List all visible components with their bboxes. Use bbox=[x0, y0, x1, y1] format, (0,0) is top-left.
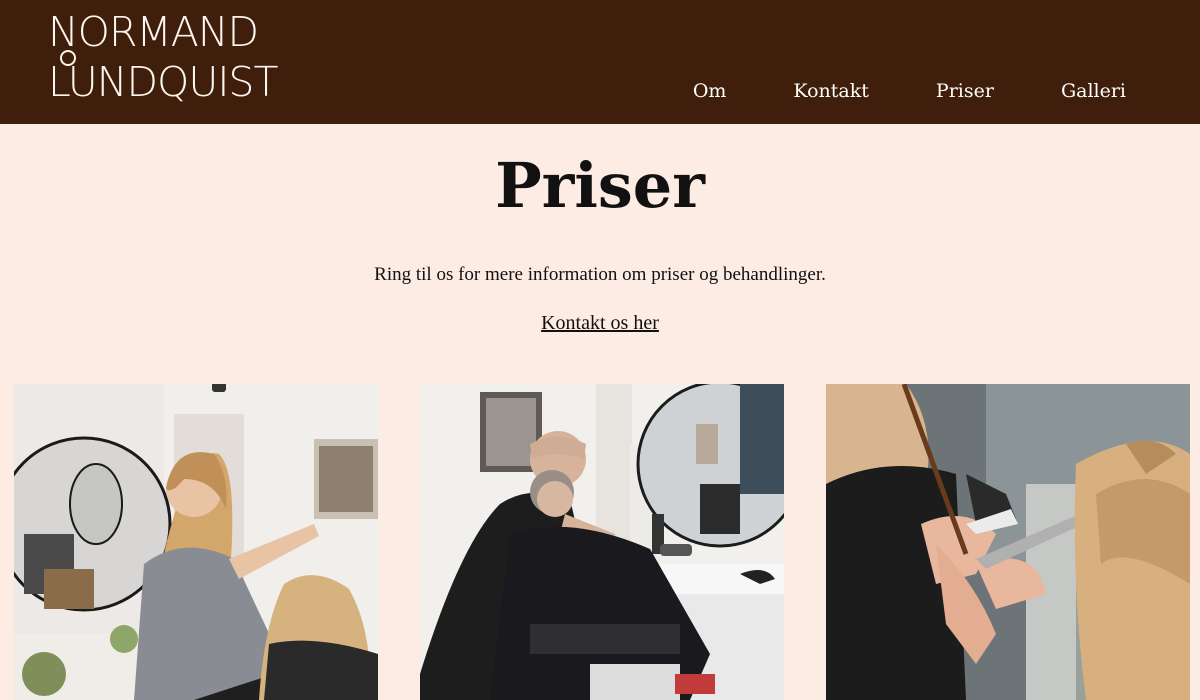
salon-photo-hair-closeup-icon bbox=[826, 384, 1190, 700]
nav-item-galleri[interactable]: Galleri bbox=[1061, 76, 1126, 106]
page-title: Priser bbox=[495, 149, 705, 222]
intro-text: Ring til os for mere information om pris… bbox=[374, 264, 826, 285]
gallery-photo-2[interactable] bbox=[420, 384, 784, 700]
gallery-photo-3[interactable] bbox=[826, 384, 1190, 700]
gallery-photo-1[interactable] bbox=[14, 384, 378, 700]
nav-item-om[interactable]: Om bbox=[693, 76, 727, 106]
contact-link-wrapper: Kontakt os her bbox=[0, 310, 1200, 336]
contact-link[interactable]: Kontakt os her bbox=[541, 312, 659, 334]
nav-item-kontakt[interactable]: Kontakt bbox=[793, 76, 868, 106]
brand-logo[interactable]: NORMAND LUNDQUIST bbox=[48, 8, 298, 108]
salon-photo-stylist-blonde-icon bbox=[14, 384, 378, 700]
logo-line-2: LUNDQUIST bbox=[48, 58, 278, 106]
site-header: NORMAND LUNDQUIST Om Kontakt Priser Gall… bbox=[0, 0, 1200, 124]
photo-gallery bbox=[14, 384, 1190, 700]
logo-line-1: NORMAND bbox=[48, 8, 259, 56]
main-nav: Om Kontakt Priser Galleri bbox=[626, 76, 1126, 106]
nav-item-priser[interactable]: Priser bbox=[936, 76, 994, 106]
salon-photo-stylist-client-icon bbox=[420, 384, 784, 700]
